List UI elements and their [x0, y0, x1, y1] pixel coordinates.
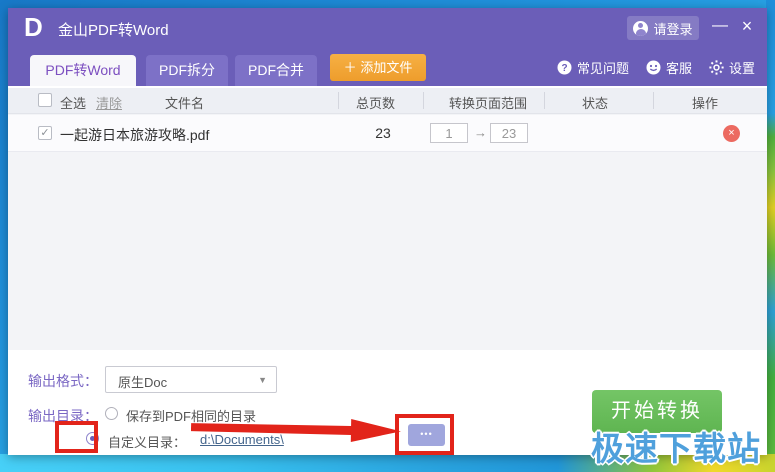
range-arrow-icon: → [474, 125, 487, 140]
select-all-label: 全选 [60, 96, 87, 111]
title-bar: D 金山PDF转Word 请登录 — × [8, 8, 767, 48]
col-filename: 文件名 [165, 96, 205, 111]
table-header: 全选 清除 文件名 总页数 转换页面范围 状态 操作 [8, 88, 767, 114]
app-window: D 金山PDF转Word 请登录 — × PDF转Word PDF拆分 PDF合… [8, 8, 767, 455]
add-file-label: 添加文件 [360, 60, 413, 75]
output-format-select[interactable]: 原生Doc ▼ [105, 366, 277, 393]
output-format-label: 输出格式： [28, 373, 98, 389]
gear-icon [709, 59, 724, 75]
same-dir-radio[interactable] [105, 407, 118, 420]
range-to-input[interactable] [490, 123, 528, 143]
tab-pdf-to-word[interactable]: PDF转Word [30, 55, 136, 86]
annotation-highlight-radio [55, 421, 98, 453]
desktop-background-right [766, 0, 775, 472]
faq-label: 常见问题 [576, 60, 629, 76]
support-smiley-icon [646, 60, 661, 74]
output-format-value: 原生Doc [118, 375, 168, 390]
chevron-down-icon: ▼ [258, 375, 267, 385]
app-logo-icon: D [24, 12, 43, 42]
clear-link[interactable]: 清除 [96, 93, 122, 112]
tab-pdf-merge[interactable]: PDF合并 [235, 55, 317, 86]
row-total-pages: 23 [375, 125, 391, 141]
table-row: ✓ 一起游日本旅游攻略.pdf 23 → × [8, 115, 767, 152]
login-label: 请登录 [653, 21, 693, 37]
plus-icon: ＋ [343, 60, 357, 75]
tab-pdf-split[interactable]: PDF拆分 [146, 55, 228, 86]
custom-dir-option-label: 自定义目录： [108, 435, 187, 450]
file-list-area: 全选 清除 文件名 总页数 转换页面范围 状态 操作 ✓ 一起游日本旅游攻略.p… [8, 88, 767, 350]
tab-menu: ? 常见问题 客服 设置 [557, 48, 755, 86]
settings-label: 设置 [728, 60, 755, 76]
tab-bar: PDF转Word PDF拆分 PDF合并 ＋ 添加文件 ? 常见问题 客服 设置 [8, 48, 767, 86]
support-button[interactable]: 客服 [646, 58, 692, 77]
svg-text:?: ? [561, 63, 567, 74]
login-button[interactable]: 请登录 [627, 16, 699, 40]
support-label: 客服 [665, 60, 692, 76]
minimize-button[interactable]: — [711, 17, 729, 35]
window-title: 金山PDF转Word [58, 22, 169, 39]
watermark-text: 极速下载站 [591, 430, 761, 467]
col-status: 状态 [582, 96, 609, 111]
delete-file-button[interactable]: × [723, 125, 740, 142]
row-filename: 一起游日本旅游攻略.pdf [60, 127, 210, 143]
annotation-highlight-browse [395, 414, 454, 455]
range-from-input[interactable] [430, 123, 468, 143]
row-checkbox[interactable]: ✓ [38, 126, 52, 140]
annotation-arrow [190, 418, 401, 442]
question-icon: ? [557, 60, 572, 74]
col-total-pages: 总页数 [356, 96, 396, 111]
col-action: 操作 [692, 96, 719, 111]
select-all-checkbox[interactable] [38, 93, 52, 107]
close-button[interactable]: × [738, 16, 756, 37]
user-icon [633, 20, 649, 36]
faq-button[interactable]: ? 常见问题 [557, 58, 629, 77]
add-file-button[interactable]: ＋ 添加文件 [330, 54, 426, 81]
col-range: 转换页面范围 [449, 96, 528, 111]
settings-button[interactable]: 设置 [709, 58, 755, 77]
